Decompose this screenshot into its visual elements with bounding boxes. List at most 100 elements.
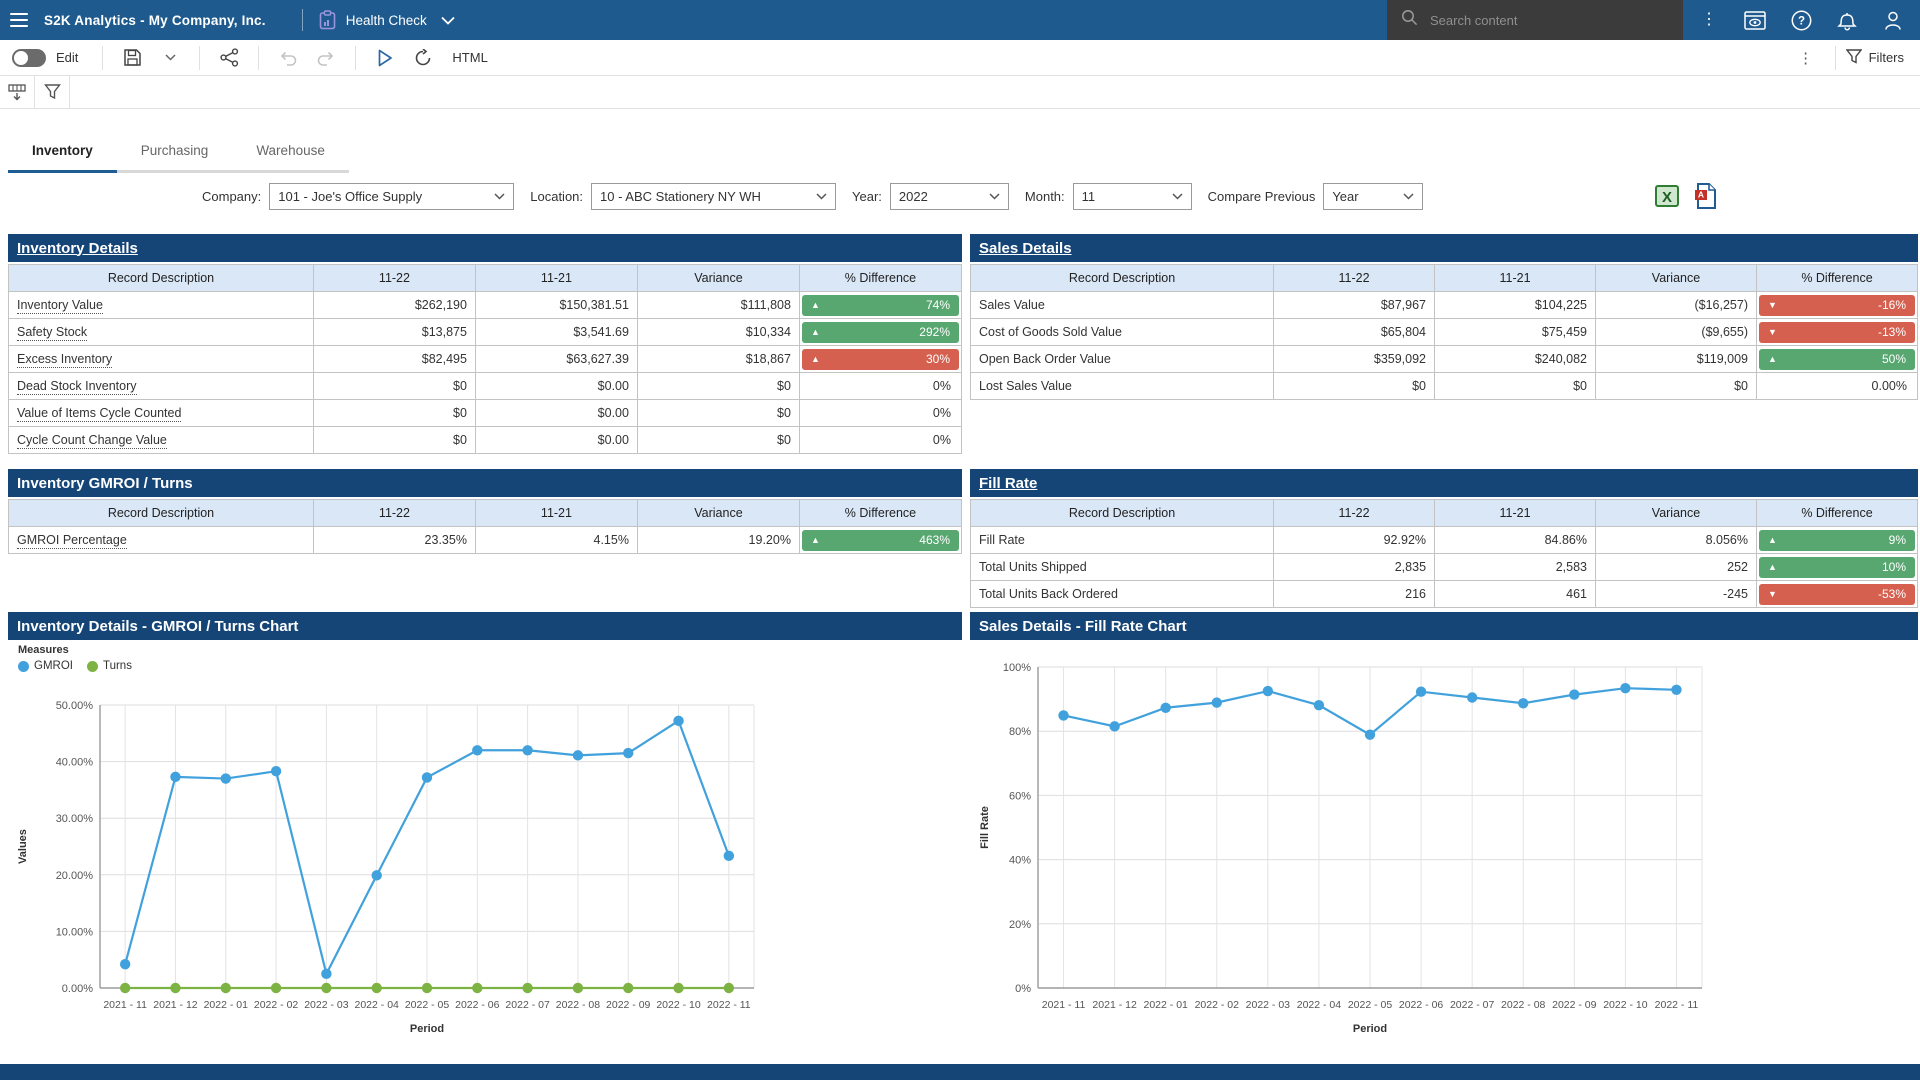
- data-point[interactable]: [120, 959, 130, 969]
- y-tick-label: 40%: [1009, 855, 1031, 867]
- column-header: % Difference: [799, 500, 961, 527]
- data-point[interactable]: [271, 766, 281, 776]
- value-cell: 8.056%: [1596, 527, 1757, 554]
- data-point[interactable]: [1109, 721, 1119, 731]
- topbar-kebab-menu-icon[interactable]: ⋮: [1696, 7, 1722, 33]
- data-point[interactable]: [623, 983, 633, 993]
- data-point[interactable]: [271, 983, 281, 993]
- value-cell: $63,627.39: [475, 346, 637, 373]
- tab-inventory[interactable]: Inventory: [8, 127, 117, 173]
- filters-button[interactable]: Filters: [1846, 49, 1904, 67]
- data-point[interactable]: [1314, 700, 1324, 710]
- record-description-link[interactable]: Excess Inventory: [17, 352, 112, 368]
- data-point[interactable]: [120, 983, 130, 993]
- pdf-export-icon[interactable]: A: [1690, 182, 1720, 210]
- data-point[interactable]: [1569, 689, 1579, 699]
- data-point[interactable]: [1263, 686, 1273, 696]
- data-point[interactable]: [573, 983, 583, 993]
- chevron-down-icon: [494, 187, 505, 205]
- data-point[interactable]: [221, 773, 231, 783]
- data-point[interactable]: [522, 983, 532, 993]
- filter-funnel-icon[interactable]: [35, 76, 70, 108]
- prompt-bar-icon[interactable]: [0, 76, 35, 108]
- difference-badge: ▼-16%: [1759, 295, 1915, 316]
- legend-item-gmroi[interactable]: GMROI: [18, 660, 73, 672]
- record-description-link[interactable]: Value of Items Cycle Counted: [17, 406, 181, 422]
- section-title-inventory-details[interactable]: Inventory Details: [17, 240, 138, 257]
- data-point[interactable]: [623, 748, 633, 758]
- inventory-details-table: Record Description11-2211-21Variance% Di…: [8, 264, 962, 454]
- save-options-chevron-down-icon[interactable]: [157, 45, 183, 71]
- data-point[interactable]: [1365, 730, 1375, 740]
- undo-icon[interactable]: [275, 45, 301, 71]
- record-description-link[interactable]: Inventory Value: [17, 298, 103, 314]
- data-point[interactable]: [573, 750, 583, 760]
- data-point[interactable]: [1467, 692, 1477, 702]
- help-icon[interactable]: ?: [1788, 7, 1814, 33]
- run-play-icon[interactable]: [372, 45, 398, 71]
- edit-toggle-label: Edit: [56, 50, 78, 65]
- preview-window-icon[interactable]: [1742, 7, 1768, 33]
- excel-export-icon[interactable]: X: [1652, 182, 1682, 210]
- refresh-icon[interactable]: [410, 45, 436, 71]
- hamburger-menu-icon[interactable]: [10, 13, 28, 27]
- table-header-row: Record Description11-2211-21Variance% Di…: [9, 265, 962, 292]
- share-icon[interactable]: [216, 45, 242, 71]
- record-description-link[interactable]: Safety Stock: [17, 325, 87, 341]
- difference-value: 9%: [1889, 533, 1906, 547]
- data-point[interactable]: [522, 745, 532, 755]
- select-value: 11: [1082, 189, 1096, 204]
- data-point[interactable]: [1620, 683, 1630, 693]
- data-point[interactable]: [1058, 710, 1068, 720]
- data-point[interactable]: [1671, 685, 1681, 695]
- value-cell: 23.35%: [313, 527, 475, 554]
- data-point[interactable]: [371, 983, 381, 993]
- data-point[interactable]: [321, 983, 331, 993]
- filter-select-year[interactable]: 2022: [890, 183, 1009, 210]
- data-point[interactable]: [1518, 698, 1528, 708]
- data-point[interactable]: [472, 983, 482, 993]
- data-point[interactable]: [422, 983, 432, 993]
- data-point[interactable]: [673, 716, 683, 726]
- data-point[interactable]: [1416, 687, 1426, 697]
- tab-warehouse[interactable]: Warehouse: [232, 127, 349, 173]
- data-point[interactable]: [221, 983, 231, 993]
- filter-select-company[interactable]: 101 - Joe's Office Supply: [269, 183, 514, 210]
- edit-toggle[interactable]: [12, 49, 46, 67]
- html-button[interactable]: HTML: [452, 50, 487, 65]
- legend-item-turns[interactable]: Turns: [87, 660, 132, 672]
- data-point[interactable]: [724, 983, 734, 993]
- section-title-sales-details[interactable]: Sales Details: [979, 240, 1072, 257]
- data-point[interactable]: [321, 969, 331, 979]
- data-point[interactable]: [724, 851, 734, 861]
- data-point[interactable]: [170, 772, 180, 782]
- x-tick-label: 2022 - 06: [455, 999, 500, 1011]
- up-arrow-icon: ▲: [811, 355, 820, 364]
- redo-icon[interactable]: [313, 45, 339, 71]
- data-point[interactable]: [673, 983, 683, 993]
- record-description-link[interactable]: GMROI Percentage: [17, 533, 127, 549]
- filter-select-compare-previous[interactable]: Year: [1323, 183, 1423, 210]
- data-point[interactable]: [371, 870, 381, 880]
- view-switch-chevron-down-icon[interactable]: [441, 16, 455, 25]
- filter-label-compare-previous: Compare Previous: [1208, 189, 1316, 204]
- data-point[interactable]: [422, 772, 432, 782]
- notifications-bell-icon[interactable]: [1834, 7, 1860, 33]
- search-input[interactable]: [1428, 12, 1652, 29]
- filter-select-location[interactable]: 10 - ABC Stationery NY WH: [591, 183, 836, 210]
- record-description-link[interactable]: Cycle Count Change Value: [17, 433, 167, 449]
- save-icon[interactable]: [119, 45, 145, 71]
- data-point[interactable]: [472, 745, 482, 755]
- account-person-icon[interactable]: [1880, 7, 1906, 33]
- data-point[interactable]: [170, 983, 180, 993]
- data-point[interactable]: [1160, 703, 1170, 713]
- data-point[interactable]: [1212, 697, 1222, 707]
- gmroi-turns-chart: 0.00%10.00%20.00%30.00%40.00%50.00%2021 …: [8, 690, 962, 1055]
- tab-purchasing[interactable]: Purchasing: [117, 127, 233, 173]
- section-title-fill-rate[interactable]: Fill Rate: [979, 475, 1037, 492]
- up-arrow-icon: ▲: [1768, 563, 1777, 572]
- x-tick-label: 2022 - 01: [204, 999, 249, 1011]
- record-description-link[interactable]: Dead Stock Inventory: [17, 379, 137, 395]
- filter-select-month[interactable]: 11: [1073, 183, 1192, 210]
- toolbar-kebab-menu-icon[interactable]: ⋮: [1793, 45, 1819, 71]
